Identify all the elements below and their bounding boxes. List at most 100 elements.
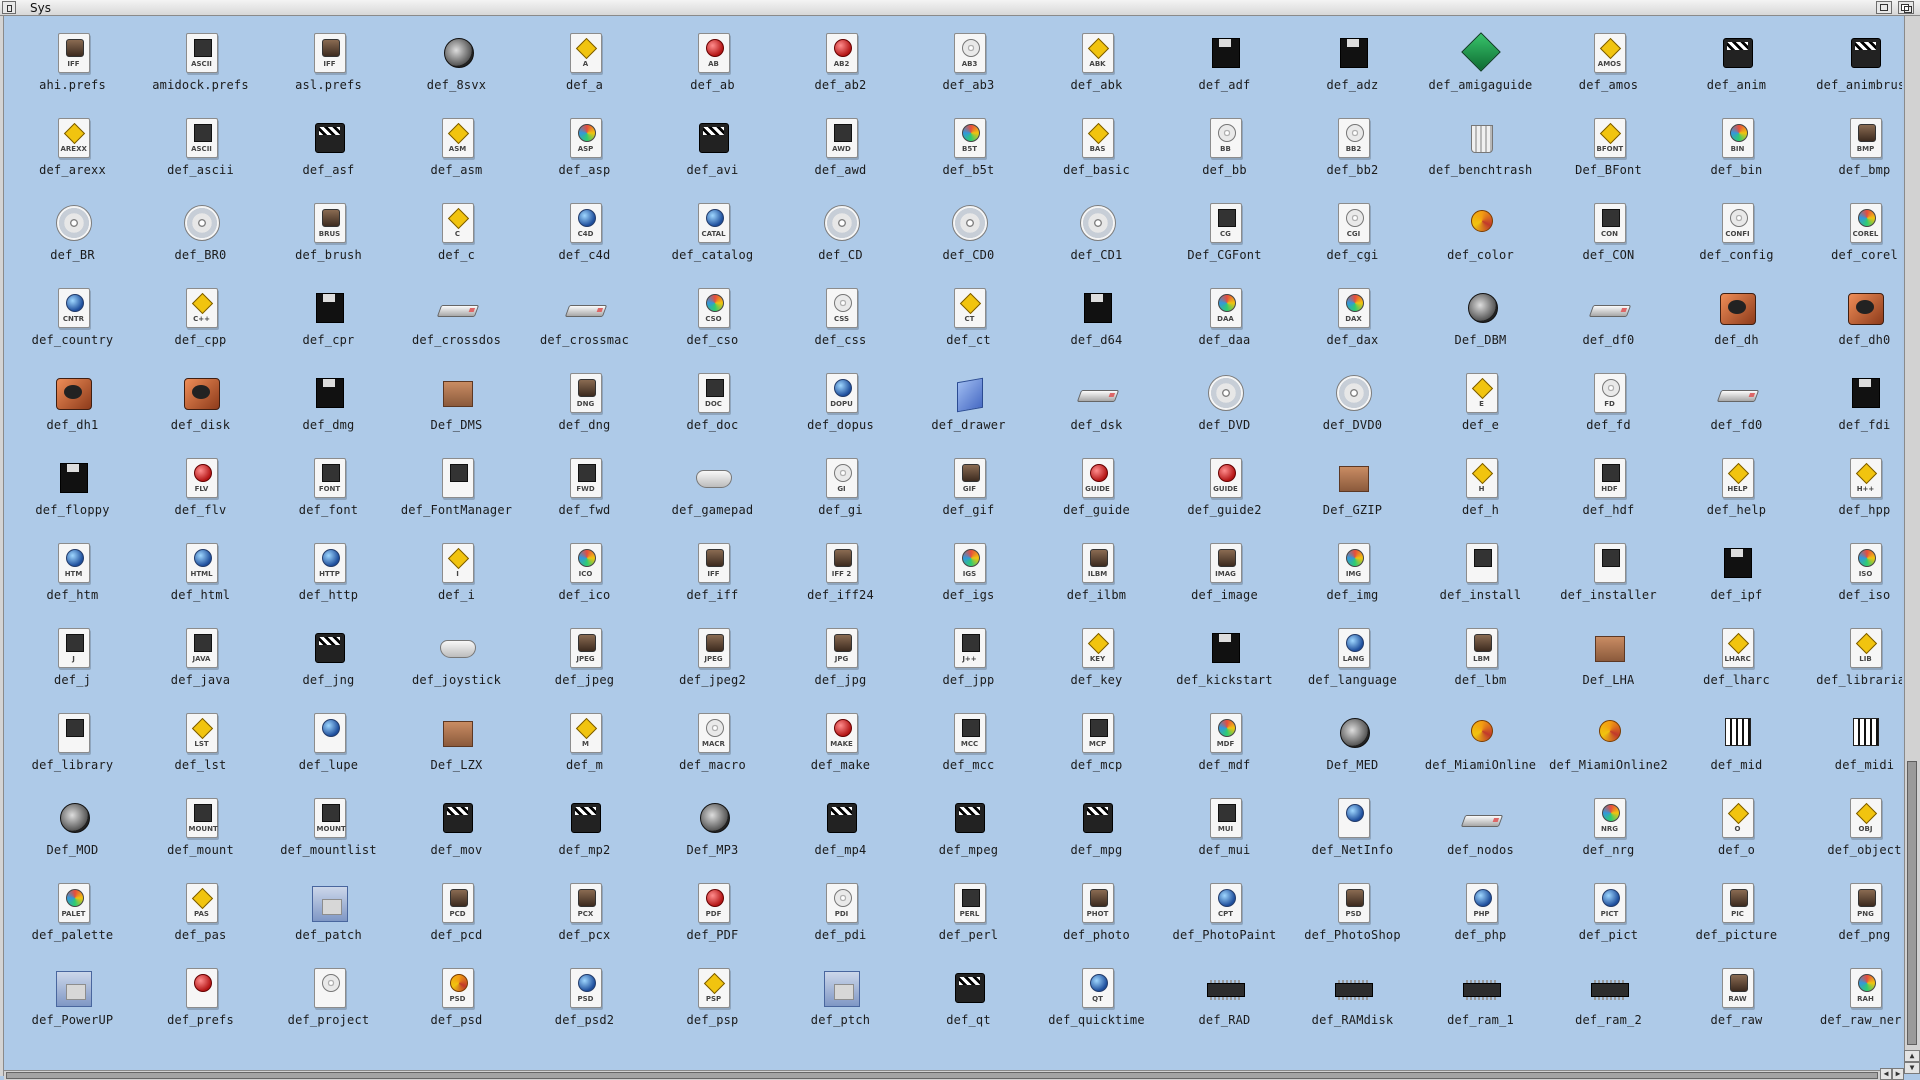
icon-def-fd[interactable]: FD def_fd — [1546, 366, 1671, 450]
icon-def-help[interactable]: HELP def_help — [1674, 451, 1799, 535]
icon-def-arexx[interactable]: AREXX def_arexx — [10, 111, 135, 195]
icon-def-cd1[interactable]: def_CD1 — [1034, 196, 1159, 280]
icon-def-e[interactable]: Edef_e — [1418, 366, 1543, 450]
icon-def-http[interactable]: HTTP def_http — [266, 536, 391, 620]
icon-def-iff24[interactable]: IFF 2 def_iff24 — [778, 536, 903, 620]
icon-def-psd[interactable]: PSD def_psd — [394, 961, 519, 1045]
icon-def-dsk[interactable]: def_dsk — [1034, 366, 1159, 450]
icon-def-asp[interactable]: ASP def_asp — [522, 111, 647, 195]
icon-def-c[interactable]: Cdef_c — [394, 196, 519, 280]
icon-def-mdf[interactable]: MDF def_mdf — [1162, 706, 1287, 790]
icon-def-hdf[interactable]: HDF def_hdf — [1546, 451, 1671, 535]
icon-def-java[interactable]: JAVA def_java — [138, 621, 263, 705]
icon-def-make[interactable]: MAKE def_make — [778, 706, 903, 790]
icon-def-ab2[interactable]: AB2 def_ab2 — [778, 26, 903, 110]
icon-def-bmp[interactable]: BMP def_bmp — [1802, 111, 1902, 195]
icon-def-fdi[interactable]: def_fdi — [1802, 366, 1902, 450]
icon-def-rad[interactable]: def_RAD — [1162, 961, 1287, 1045]
icon-def-guide[interactable]: GUIDE def_guide — [1034, 451, 1159, 535]
icon-def-dh0[interactable]: def_dh0 — [1802, 281, 1902, 365]
icon-def-midi[interactable]: def_midi — [1802, 706, 1902, 790]
icon-def-lst[interactable]: LST def_lst — [138, 706, 263, 790]
icon-def-adz[interactable]: def_adz — [1290, 26, 1415, 110]
icon-def-raw[interactable]: RAW def_raw — [1674, 961, 1799, 1045]
icon-def-install[interactable]: def_install — [1418, 536, 1543, 620]
icon-def-fd0[interactable]: def_fd0 — [1674, 366, 1799, 450]
icon-def-cpr[interactable]: def_cpr — [266, 281, 391, 365]
icon-def-dvd0[interactable]: def_DVD0 — [1290, 366, 1415, 450]
icon-def-object[interactable]: OBJ def_object — [1802, 791, 1902, 875]
icon-def-netinfo[interactable]: def_NetInfo — [1290, 791, 1415, 875]
icon-def-jpeg[interactable]: JPEG def_jpeg — [522, 621, 647, 705]
icon-def-con[interactable]: CON def_CON — [1546, 196, 1671, 280]
icon-def-disk[interactable]: def_disk — [138, 366, 263, 450]
icon-def-igs[interactable]: IGS def_igs — [906, 536, 1031, 620]
scroll-left-button[interactable]: ◀ — [1880, 1068, 1892, 1080]
icon-def-mountlist[interactable]: MOUNT def_mountlist — [266, 791, 391, 875]
icon-def-dvd[interactable]: def_DVD — [1162, 366, 1287, 450]
icon-def-joystick[interactable]: def_joystick — [394, 621, 519, 705]
icon-def-img[interactable]: IMG def_img — [1290, 536, 1415, 620]
icon-def-pict[interactable]: PICT def_pict — [1546, 876, 1671, 960]
icon-def-jpg[interactable]: JPG def_jpg — [778, 621, 903, 705]
icon-def-mov[interactable]: def_mov — [394, 791, 519, 875]
zoom-gadget-icon[interactable] — [1876, 1, 1892, 14]
icon-def-kickstart[interactable]: def_kickstart — [1162, 621, 1287, 705]
icon-def-br0[interactable]: def_BR0 — [138, 196, 263, 280]
icon-def-installer[interactable]: def_installer — [1546, 536, 1671, 620]
icon-def-h[interactable]: Hdef_h — [1418, 451, 1543, 535]
icon-def-fwd[interactable]: FWD def_fwd — [522, 451, 647, 535]
icon-def-librarian[interactable]: LIB def_librarian — [1802, 621, 1902, 705]
icon-def-o[interactable]: Odef_o — [1674, 791, 1799, 875]
icon-def-anim[interactable]: def_anim — [1674, 26, 1799, 110]
icon-def-ab[interactable]: AB def_ab — [650, 26, 775, 110]
icon-def-css[interactable]: CSS def_css — [778, 281, 903, 365]
icon-def-cpp[interactable]: C++ def_cpp — [138, 281, 263, 365]
scroll-down-button[interactable]: ▼ — [1904, 1062, 1920, 1074]
icon-def-font[interactable]: FONT def_font — [266, 451, 391, 535]
icon-def-avi[interactable]: def_avi — [650, 111, 775, 195]
icon-def-d64[interactable]: def_d64 — [1034, 281, 1159, 365]
icon-def-cd[interactable]: def_CD — [778, 196, 903, 280]
icon-def-mod[interactable]: Def_MOD — [10, 791, 135, 875]
icon-def-miamionline2[interactable]: def_MiamiOnline2 — [1546, 706, 1671, 790]
icon-def-psd2[interactable]: PSD def_psd2 — [522, 961, 647, 1045]
icon-def-drawer[interactable]: def_drawer — [906, 366, 1031, 450]
icon-def-gzip[interactable]: Def_GZIP — [1290, 451, 1415, 535]
icon-def-dh[interactable]: def_dh — [1674, 281, 1799, 365]
scroll-up-button[interactable]: ▲ — [1904, 1050, 1920, 1062]
icon-def-corel[interactable]: COREL def_corel — [1802, 196, 1902, 280]
icon-def-iff[interactable]: IFF def_iff — [650, 536, 775, 620]
icon-def-cgi[interactable]: CGI def_cgi — [1290, 196, 1415, 280]
icon-def-mp4[interactable]: def_mp4 — [778, 791, 903, 875]
close-gadget-icon[interactable] — [2, 1, 16, 14]
icon-def-pcd[interactable]: PCD def_pcd — [394, 876, 519, 960]
icon-def-pdf[interactable]: PDF def_PDF — [650, 876, 775, 960]
icon-def-fontmanager[interactable]: def_FontManager — [394, 451, 519, 535]
icon-def-flv[interactable]: FLV def_flv — [138, 451, 263, 535]
icon-def-library[interactable]: def_library — [10, 706, 135, 790]
horizontal-scrollbar[interactable] — [4, 1070, 1880, 1080]
icon-def-color[interactable]: def_color — [1418, 196, 1543, 280]
icon-def-adf[interactable]: def_adf — [1162, 26, 1287, 110]
icon-def-cd0[interactable]: def_CD0 — [906, 196, 1031, 280]
icon-def-crossdos[interactable]: def_crossdos — [394, 281, 519, 365]
icon-def-png[interactable]: PNG def_png — [1802, 876, 1902, 960]
icon-def-lzx[interactable]: Def_LZX — [394, 706, 519, 790]
icon-def-project[interactable]: def_project — [266, 961, 391, 1045]
icon-def-dbm[interactable]: Def_DBM — [1418, 281, 1543, 365]
icon-def-brush[interactable]: BRUS def_brush — [266, 196, 391, 280]
icon-def-photo[interactable]: PHOT def_photo — [1034, 876, 1159, 960]
icon-def-j[interactable]: Jdef_j — [10, 621, 135, 705]
icon-def-mpeg[interactable]: def_mpeg — [906, 791, 1031, 875]
icon-def-gamepad[interactable]: def_gamepad — [650, 451, 775, 535]
icon-def-mp3[interactable]: Def_MP3 — [650, 791, 775, 875]
icon-def-raw-nero[interactable]: RAH def_raw_nero — [1802, 961, 1902, 1045]
icon-def-miamionline[interactable]: def_MiamiOnline — [1418, 706, 1543, 790]
icon-def-df0[interactable]: def_df0 — [1546, 281, 1671, 365]
icon-def-pdi[interactable]: PDI def_pdi — [778, 876, 903, 960]
icon-def-image[interactable]: IMAG def_image — [1162, 536, 1287, 620]
icon-def-benchtrash[interactable]: def_benchtrash — [1418, 111, 1543, 195]
icon-def-mp2[interactable]: def_mp2 — [522, 791, 647, 875]
icon-def-daa[interactable]: DAA def_daa — [1162, 281, 1287, 365]
